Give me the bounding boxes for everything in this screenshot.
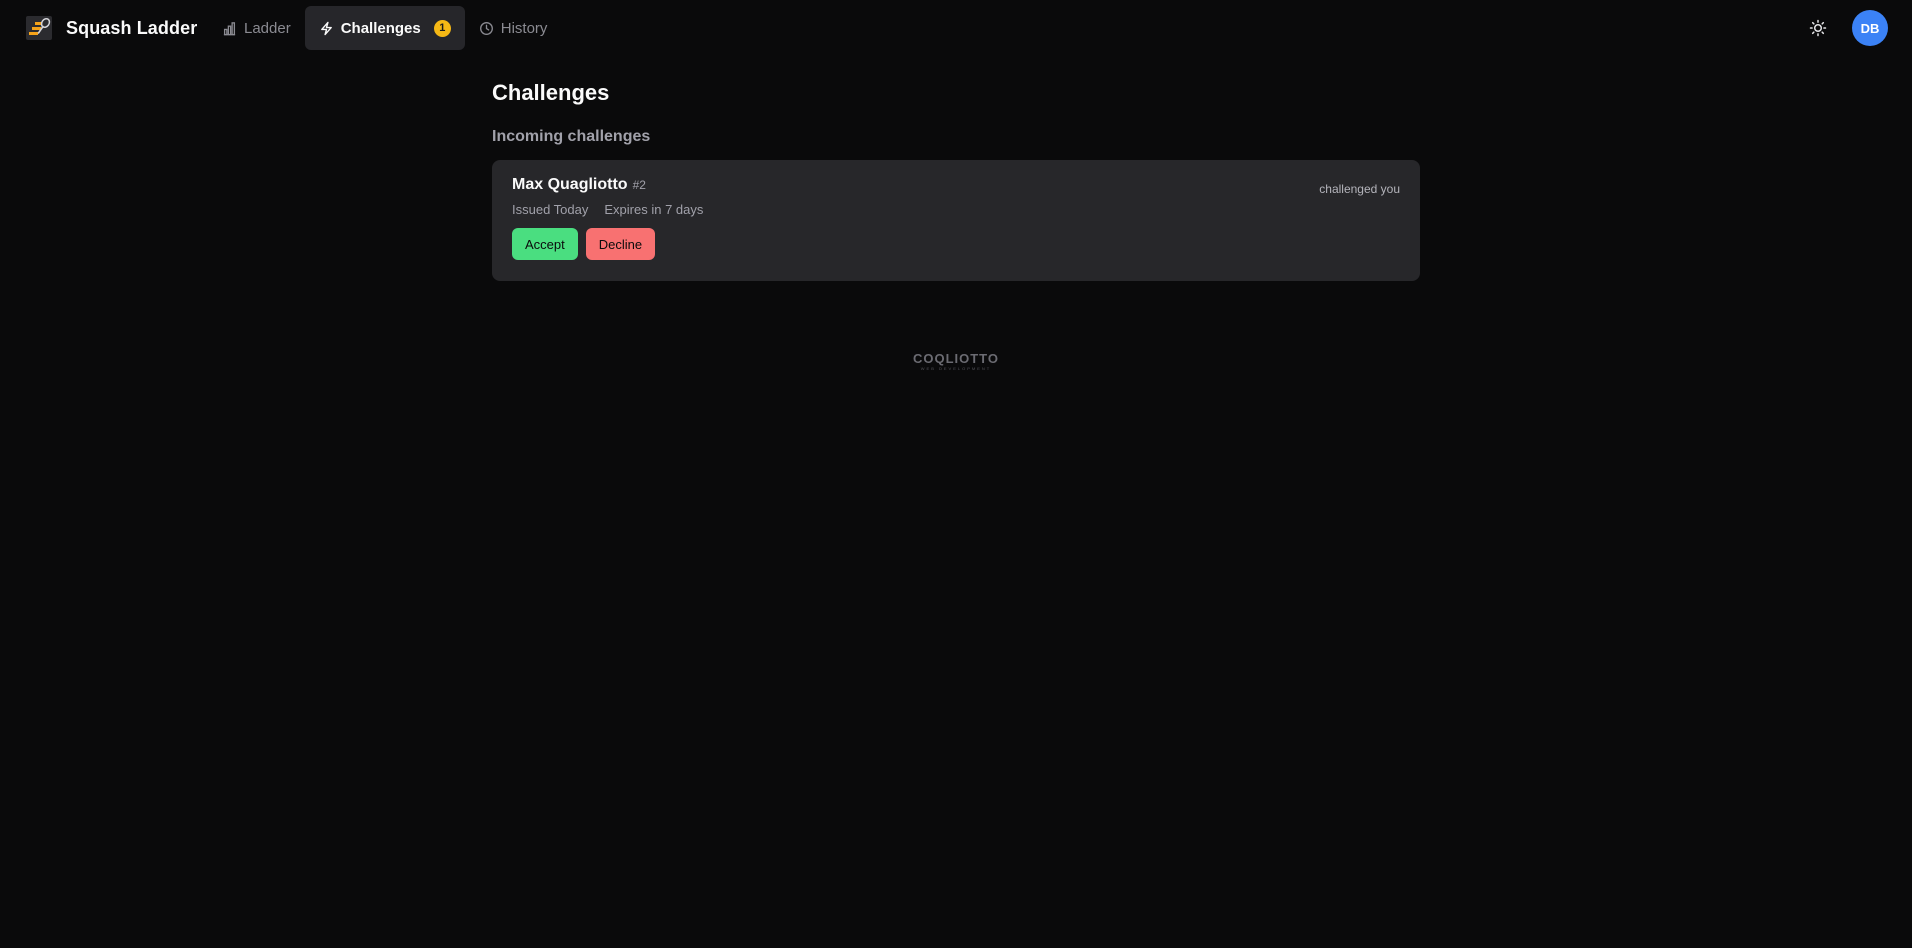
brand-name: Squash Ladder (66, 17, 198, 38)
challenge-expiry: Expires in 7 days (604, 202, 704, 217)
nav-item-ladder-label: Ladder (244, 19, 291, 37)
footer-tagline: WEB DEVELOPMENT (920, 366, 992, 371)
accept-button[interactable]: Accept (512, 228, 578, 260)
page-title: Challenges (492, 80, 610, 105)
challenger-rank: #2 (632, 178, 646, 192)
challenge-status: challenged you (1319, 182, 1400, 196)
challenge-card-header: Max Quagliotto #2 (512, 176, 1400, 194)
incoming-challenges-heading: Incoming challenges (492, 128, 651, 145)
nav-item-history-label: History (500, 19, 548, 37)
challenge-meta: Issued Today Expires in 7 days (512, 202, 1400, 217)
app-root: Squash Ladder Ladder Challenges 1 Histor… (0, 0, 1912, 948)
challenges-page: Challenges Incoming challenges Max Quagl… (492, 76, 1420, 281)
nav-item-challenges-label: Challenges (340, 19, 421, 37)
racket-ladder-logo (26, 16, 52, 40)
brand[interactable]: Squash Ladder (26, 13, 197, 43)
user-avatar[interactable]: DB (1852, 10, 1888, 46)
bar-chart-icon (223, 21, 236, 35)
footer-company-logo[interactable]: COQLIOTTO WEB DEVELOPMENT (912, 352, 1000, 376)
challenge-issued-date: Issued Today (512, 202, 589, 217)
nav-item-challenges[interactable]: Challenges 1 (304, 6, 465, 50)
main-nav: Ladder Challenges 1 History (208, 6, 561, 50)
challenge-card: Max Quagliotto #2 challenged you Issued … (492, 160, 1420, 281)
challenge-actions: Accept Decline (512, 228, 1400, 260)
nav-item-history[interactable]: History (465, 6, 562, 50)
sun-icon (1809, 19, 1827, 37)
footer-wordmark: COQLIOTTO (912, 351, 1000, 366)
challenges-count-badge: 1 (433, 19, 451, 37)
theme-toggle-button[interactable] (1800, 10, 1836, 46)
top-navigation-bar: Squash Ladder Ladder Challenges 1 Histor… (0, 0, 1912, 56)
lightning-icon (320, 21, 332, 35)
nav-item-ladder[interactable]: Ladder (208, 6, 305, 50)
challenger-name: Max Quagliotto (512, 176, 628, 193)
clock-icon (479, 21, 493, 35)
decline-button[interactable]: Decline (585, 228, 656, 260)
header-actions: DB (1800, 10, 1888, 46)
